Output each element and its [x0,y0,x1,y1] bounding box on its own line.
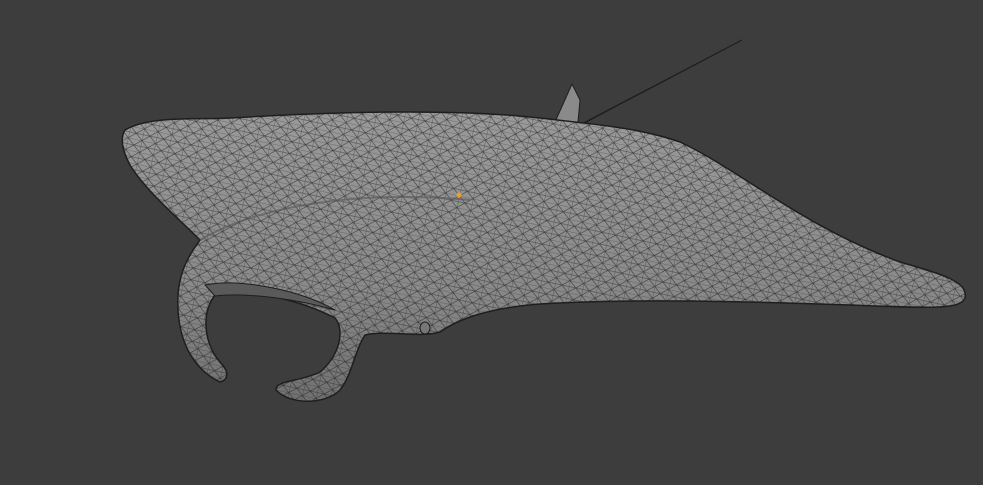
eye [419,321,431,335]
3d-viewport[interactable] [0,0,983,485]
viewport-canvas[interactable] [0,0,983,485]
object-origin-dot[interactable] [456,192,462,198]
tail-spine [574,39,743,129]
wireframe-overlay [122,111,966,402]
dorsal-fin [554,82,581,123]
manta-ray-mesh[interactable] [121,39,966,402]
